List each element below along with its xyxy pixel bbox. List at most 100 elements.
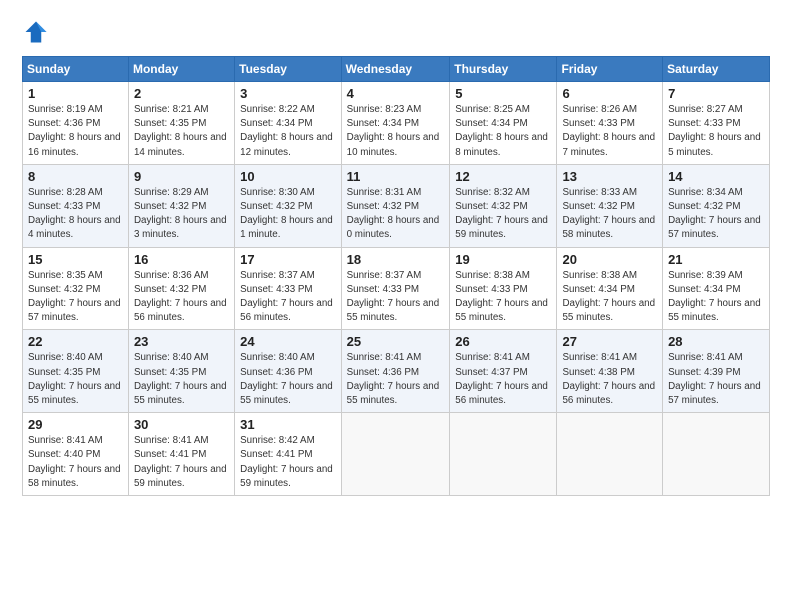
day-number: 21 [668,252,764,267]
day-info: Sunrise: 8:40 AMSunset: 4:35 PMDaylight:… [28,351,123,408]
calendar-cell: 28 Sunrise: 8:41 AMSunset: 4:39 PMDayligh… [663,330,770,413]
day-info: Sunrise: 8:29 AMSunset: 4:32 PMDaylight:… [134,186,229,243]
day-info: Sunrise: 8:37 AMSunset: 4:33 PMDaylight:… [347,269,445,326]
day-info: Sunrise: 8:38 AMSunset: 4:33 PMDaylight:… [455,269,551,326]
calendar-cell: 6Sunrise: 8:26 AMSunset: 4:33 PMDaylight… [557,82,663,165]
calendar-cell: 19 Sunrise: 8:38 AMSunset: 4:33 PMDayligh… [450,247,557,330]
day-number: 10 [240,169,335,184]
calendar-week-row: 1 Sunrise: 8:19 AMSunset: 4:36 PMDaylight… [23,82,770,165]
calendar-cell: 8 Sunrise: 8:28 AMSunset: 4:33 PMDaylight… [23,164,129,247]
day-info: Sunrise: 8:40 AMSunset: 4:35 PMDaylight:… [134,351,229,408]
day-info: Sunrise: 8:27 AMSunset: 4:33 PMDaylight:… [668,103,764,160]
calendar-week-row: 29 Sunrise: 8:41 AMSunset: 4:40 PMDayligh… [23,413,770,496]
day-number: 12 [455,169,551,184]
calendar-week-row: 15 Sunrise: 8:35 AMSunset: 4:32 PMDayligh… [23,247,770,330]
calendar-cell: 22 Sunrise: 8:40 AMSunset: 4:35 PMDayligh… [23,330,129,413]
calendar-cell: 9Sunrise: 8:29 AMSunset: 4:32 PMDaylight… [128,164,234,247]
calendar-week-row: 22 Sunrise: 8:40 AMSunset: 4:35 PMDayligh… [23,330,770,413]
calendar-cell: 20Sunrise: 8:38 AMSunset: 4:34 PMDayligh… [557,247,663,330]
calendar-cell: 14 Sunrise: 8:34 AMSunset: 4:32 PMDayligh… [663,164,770,247]
day-info: Sunrise: 8:41 AMSunset: 4:41 PMDaylight:… [134,434,229,491]
day-number: 18 [347,252,445,267]
day-number: 26 [455,334,551,349]
calendar-header-tuesday: Tuesday [235,57,341,82]
calendar-cell: 3 Sunrise: 8:22 AMSunset: 4:34 PMDaylight… [235,82,341,165]
day-info: Sunrise: 8:32 AMSunset: 4:32 PMDaylight:… [455,186,551,243]
day-number: 24 [240,334,335,349]
day-info: Sunrise: 8:41 AMSunset: 4:36 PMDaylight:… [347,351,445,408]
calendar-header-saturday: Saturday [663,57,770,82]
logo-icon [22,18,50,46]
calendar-cell: 24 Sunrise: 8:40 AMSunset: 4:36 PMDayligh… [235,330,341,413]
day-info: Sunrise: 8:42 AMSunset: 4:41 PMDaylight:… [240,434,335,491]
calendar-cell: 2 Sunrise: 8:21 AMSunset: 4:35 PMDaylight… [128,82,234,165]
day-number: 8 [28,169,123,184]
day-number: 22 [28,334,123,349]
day-number: 15 [28,252,123,267]
calendar-cell: 16Sunrise: 8:36 AMSunset: 4:32 PMDayligh… [128,247,234,330]
day-info: Sunrise: 8:36 AMSunset: 4:32 PMDaylight:… [134,269,229,326]
calendar-cell: 29 Sunrise: 8:41 AMSunset: 4:40 PMDayligh… [23,413,129,496]
day-info: Sunrise: 8:23 AMSunset: 4:34 PMDaylight:… [347,103,445,160]
calendar-cell: 23 Sunrise: 8:40 AMSunset: 4:35 PMDayligh… [128,330,234,413]
day-number: 7 [668,86,764,101]
day-info: Sunrise: 8:22 AMSunset: 4:34 PMDaylight:… [240,103,335,160]
calendar-table: SundayMondayTuesdayWednesdayThursdayFrid… [22,56,770,496]
calendar-cell [341,413,450,496]
calendar-cell: 21Sunrise: 8:39 AMSunset: 4:34 PMDayligh… [663,247,770,330]
day-number: 11 [347,169,445,184]
calendar-cell: 15 Sunrise: 8:35 AMSunset: 4:32 PMDayligh… [23,247,129,330]
calendar-header-wednesday: Wednesday [341,57,450,82]
day-info: Sunrise: 8:35 AMSunset: 4:32 PMDaylight:… [28,269,123,326]
logo [22,18,54,46]
day-number: 20 [562,252,657,267]
day-info: Sunrise: 8:21 AMSunset: 4:35 PMDaylight:… [134,103,229,160]
day-number: 30 [134,417,229,432]
day-number: 1 [28,86,123,101]
calendar-cell: 1 Sunrise: 8:19 AMSunset: 4:36 PMDaylight… [23,82,129,165]
calendar-header-sunday: Sunday [23,57,129,82]
day-number: 6 [562,86,657,101]
day-number: 17 [240,252,335,267]
day-number: 13 [562,169,657,184]
day-number: 29 [28,417,123,432]
day-info: Sunrise: 8:19 AMSunset: 4:36 PMDaylight:… [28,103,123,160]
day-info: Sunrise: 8:31 AMSunset: 4:32 PMDaylight:… [347,186,445,243]
day-info: Sunrise: 8:37 AMSunset: 4:33 PMDaylight:… [240,269,335,326]
day-number: 3 [240,86,335,101]
calendar-header-friday: Friday [557,57,663,82]
day-info: Sunrise: 8:41 AMSunset: 4:40 PMDaylight:… [28,434,123,491]
day-number: 2 [134,86,229,101]
calendar-cell: 10Sunrise: 8:30 AMSunset: 4:32 PMDayligh… [235,164,341,247]
day-info: Sunrise: 8:34 AMSunset: 4:32 PMDaylight:… [668,186,764,243]
calendar-cell: 31 Sunrise: 8:42 AMSunset: 4:41 PMDayligh… [235,413,341,496]
day-info: Sunrise: 8:41 AMSunset: 4:39 PMDaylight:… [668,351,764,408]
day-number: 5 [455,86,551,101]
day-number: 23 [134,334,229,349]
calendar-cell: 7 Sunrise: 8:27 AMSunset: 4:33 PMDaylight… [663,82,770,165]
day-info: Sunrise: 8:28 AMSunset: 4:33 PMDaylight:… [28,186,123,243]
day-info: Sunrise: 8:33 AMSunset: 4:32 PMDaylight:… [562,186,657,243]
day-number: 14 [668,169,764,184]
calendar-cell: 26Sunrise: 8:41 AMSunset: 4:37 PMDayligh… [450,330,557,413]
day-number: 28 [668,334,764,349]
calendar-cell: 5 Sunrise: 8:25 AMSunset: 4:34 PMDaylight… [450,82,557,165]
calendar-cell [663,413,770,496]
calendar-cell: 18 Sunrise: 8:37 AMSunset: 4:33 PMDayligh… [341,247,450,330]
calendar-cell [450,413,557,496]
day-number: 25 [347,334,445,349]
day-number: 31 [240,417,335,432]
calendar-cell: 27Sunrise: 8:41 AMSunset: 4:38 PMDayligh… [557,330,663,413]
calendar-cell [557,413,663,496]
calendar-header-monday: Monday [128,57,234,82]
day-number: 4 [347,86,445,101]
day-info: Sunrise: 8:25 AMSunset: 4:34 PMDaylight:… [455,103,551,160]
day-number: 19 [455,252,551,267]
calendar-cell: 12 Sunrise: 8:32 AMSunset: 4:32 PMDayligh… [450,164,557,247]
calendar-cell: 30 Sunrise: 8:41 AMSunset: 4:41 PMDayligh… [128,413,234,496]
page-header [22,18,770,46]
day-info: Sunrise: 8:40 AMSunset: 4:36 PMDaylight:… [240,351,335,408]
day-info: Sunrise: 8:41 AMSunset: 4:38 PMDaylight:… [562,351,657,408]
calendar-cell: 11 Sunrise: 8:31 AMSunset: 4:32 PMDayligh… [341,164,450,247]
calendar-cell: 4 Sunrise: 8:23 AMSunset: 4:34 PMDaylight… [341,82,450,165]
